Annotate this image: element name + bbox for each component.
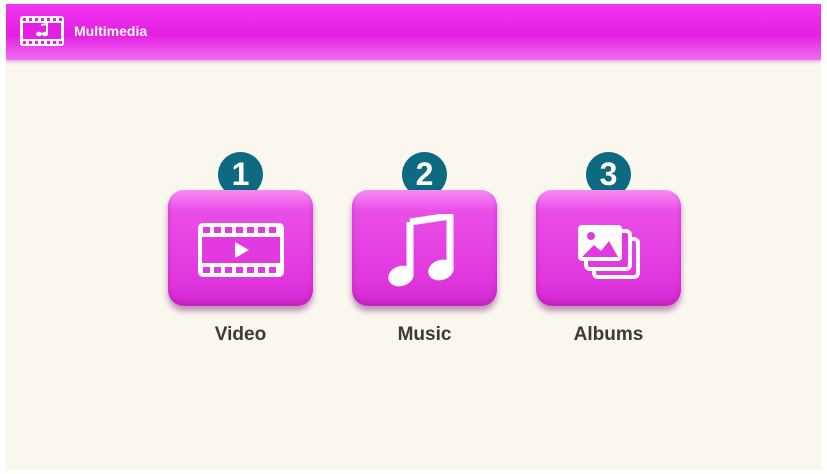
video-label: Video xyxy=(214,324,267,345)
albums-button[interactable] xyxy=(536,190,681,306)
music-tile[interactable]: 2 Music xyxy=(352,4,498,345)
music-label: Music xyxy=(397,324,452,345)
music-note-icon xyxy=(388,214,454,287)
albums-label: Albums xyxy=(573,324,644,345)
video-button[interactable] xyxy=(168,190,313,306)
video-film-icon xyxy=(198,223,284,277)
film-music-icon xyxy=(20,16,64,46)
video-tile[interactable]: 1 Video xyxy=(168,4,314,345)
photo-albums-icon xyxy=(578,225,640,279)
app-title: Multimedia xyxy=(74,23,148,39)
music-button[interactable] xyxy=(352,190,497,306)
app-window: Multimedia 1 Video 2 Music 3 Albums xyxy=(6,4,821,470)
albums-tile[interactable]: 3 Albums xyxy=(536,4,682,345)
